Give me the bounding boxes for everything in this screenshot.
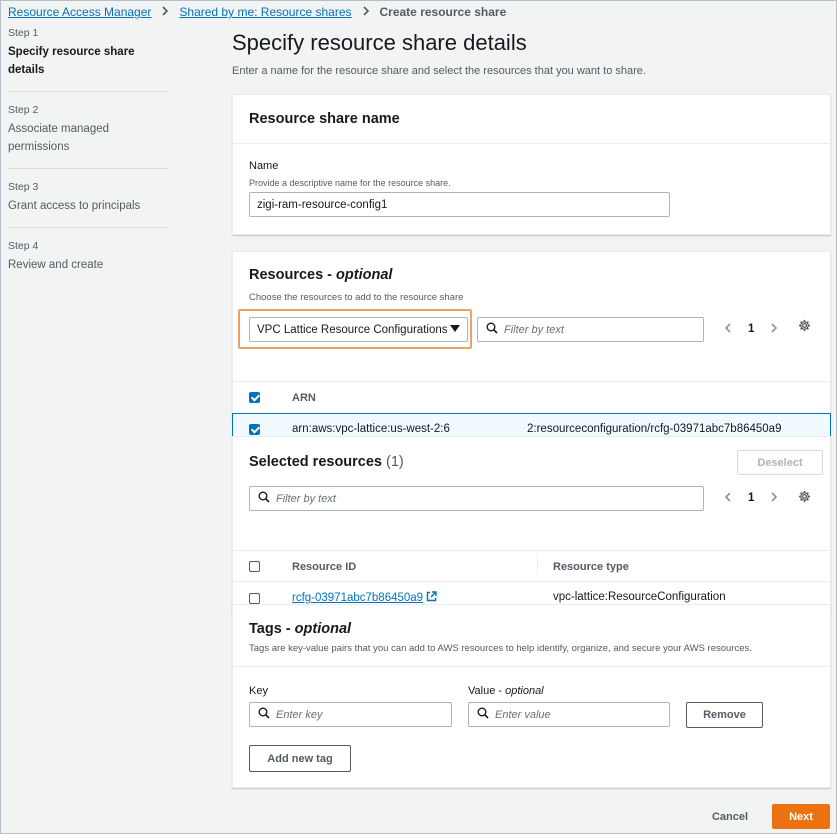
optional-label: optional (505, 685, 544, 697)
key-placeholder: Enter key (276, 708, 323, 721)
step-2: Step 2 Associate managed permissions (8, 104, 168, 169)
wizard-steps: Step 1 Specify resource share details St… (8, 27, 168, 298)
resources-title: Resources - (249, 267, 337, 283)
breadcrumb-current: Create resource share (379, 5, 507, 19)
column-header-resource-id[interactable]: Resource ID (292, 561, 356, 573)
resources-pagination: 1 (724, 322, 778, 336)
cancel-button[interactable]: Cancel (701, 804, 759, 829)
selected-pagination: 1 (724, 491, 778, 505)
page-description: Enter a name for the resource share and … (232, 65, 646, 77)
row-arn-part2: 2:resourceconfiguration/rcfg-03971abc7b8… (527, 423, 782, 435)
chevron-right-icon (161, 5, 169, 19)
step-label: Specify resource share details (8, 46, 135, 76)
resources-panel: Resources - optional Choose the resource… (232, 251, 831, 445)
search-icon (477, 707, 489, 722)
next-button[interactable]: Next (772, 804, 830, 829)
row-arn-part1: arn:aws:vpc-lattice:us-west-2:6 (292, 423, 450, 435)
filter-placeholder: Filter by text (276, 492, 336, 505)
page-number[interactable]: 1 (748, 492, 754, 504)
panel-title: Resources - optional (249, 267, 392, 283)
breadcrumb-link-shared[interactable]: Shared by me: Resource shares (179, 5, 351, 19)
row-checkbox[interactable] (249, 424, 260, 435)
select-all-checkbox[interactable] (249, 561, 260, 572)
caret-down-icon (450, 324, 460, 336)
resource-id-link[interactable]: rcfg-03971abc7b86450a9 (292, 591, 437, 605)
step-number: Step 3 (8, 181, 39, 193)
step-label: Review and create (8, 259, 104, 271)
resources-filter-input[interactable]: Filter by text (477, 317, 704, 342)
panel-title: Resource share name (249, 111, 400, 127)
step-label: Associate managed permissions (8, 123, 110, 153)
selected-title: Selected resources (249, 454, 382, 470)
tag-key-input[interactable]: Enter key (249, 702, 452, 727)
search-icon (258, 491, 270, 506)
optional-label: optional (336, 267, 393, 283)
resource-id-text: rcfg-03971abc7b86450a9 (292, 592, 424, 604)
chevron-left-icon[interactable] (724, 491, 732, 505)
value-label: Value - optional (468, 685, 544, 697)
value-label-text: Value - (468, 685, 506, 697)
breadcrumb-link-ram[interactable]: Resource Access Manager (8, 5, 151, 19)
selected-filter-input[interactable]: Filter by text (249, 486, 704, 511)
resource-share-name-panel: Resource share name Name Provide a descr… (232, 94, 831, 235)
tags-subtitle: Tags are key-value pairs that you can ad… (249, 643, 752, 654)
add-new-tag-button[interactable]: Add new tag (249, 745, 351, 772)
tags-panel: Tags - optional Tags are key-value pairs… (232, 604, 831, 788)
search-icon (486, 322, 498, 337)
chevron-left-icon[interactable] (724, 322, 732, 336)
column-header-resource-type[interactable]: Resource type (553, 561, 629, 573)
column-header-arn[interactable]: ARN (292, 392, 316, 404)
step-number: Step 1 (8, 27, 39, 39)
key-label: Key (249, 685, 268, 697)
breadcrumb: Resource Access Manager Shared by me: Re… (8, 5, 506, 19)
page-number[interactable]: 1 (748, 323, 754, 335)
resource-type-dropdown[interactable]: VPC Lattice Resource Configurations (249, 317, 468, 342)
step-number: Step 2 (8, 104, 39, 116)
chevron-right-icon (362, 5, 370, 19)
page-title: Specify resource share details (232, 30, 527, 55)
resource-type-cell: vpc-lattice:ResourceConfiguration (553, 591, 726, 603)
deselect-button[interactable]: Deselect (737, 450, 823, 475)
panel-title: Selected resources (1) (249, 454, 404, 470)
row-checkbox[interactable] (249, 593, 260, 604)
selected-resources-panel: Selected resources (1) Deselect Filter b… (232, 436, 831, 615)
gear-icon[interactable] (798, 490, 811, 506)
tags-title: Tags - (249, 621, 295, 637)
step-label: Grant access to principals (8, 200, 141, 212)
optional-label: optional (294, 621, 352, 637)
resource-share-name-input[interactable]: zigi-ram-resource-config1 (249, 192, 670, 217)
selected-count: (1) (386, 454, 404, 470)
step-4: Step 4 Review and create (8, 240, 168, 286)
tag-value-input[interactable]: Enter value (468, 702, 670, 727)
select-all-checkbox[interactable] (249, 392, 260, 403)
panel-title: Tags - optional (249, 621, 351, 637)
value-placeholder: Enter value (495, 708, 551, 721)
filter-placeholder: Filter by text (504, 323, 564, 336)
gear-icon[interactable] (798, 319, 811, 335)
step-3: Step 3 Grant access to principals (8, 181, 168, 228)
name-field-description: Provide a descriptive name for the resou… (249, 178, 451, 188)
chevron-right-icon[interactable] (770, 491, 778, 505)
resources-subtitle: Choose the resources to add to the resou… (249, 292, 464, 303)
remove-tag-button[interactable]: Remove (686, 702, 763, 728)
name-field-label: Name (249, 160, 279, 172)
dropdown-value: VPC Lattice Resource Configurations (257, 323, 448, 336)
step-1: Step 1 Specify resource share details (8, 27, 168, 92)
main-content: Specify resource share details Enter a n… (232, 27, 831, 788)
step-number: Step 4 (8, 240, 39, 252)
search-icon (258, 707, 270, 722)
external-link-icon (426, 591, 437, 605)
chevron-right-icon[interactable] (770, 322, 778, 336)
